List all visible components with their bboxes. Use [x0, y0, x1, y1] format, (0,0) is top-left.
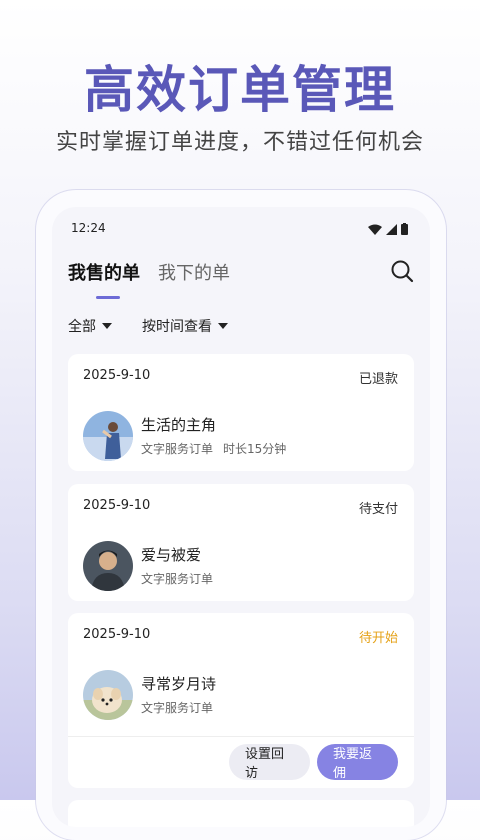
order-type: 文字服务订单 — [141, 572, 214, 586]
status-icons — [368, 223, 408, 235]
order-card[interactable]: 2025-9-10 待开始 寻常岁月诗 文字服务订单 设置回访 我要返佣 — [68, 613, 414, 788]
order-card[interactable]: 2025-9-10 待支付 爱与被爱 文字服务订单 — [68, 484, 414, 601]
search-icon[interactable] — [390, 259, 414, 283]
order-meta: 文字服务订单 时长15分钟 — [141, 440, 286, 457]
order-name: 爱与被爱 — [141, 546, 202, 564]
filter-all-label: 全部 — [68, 319, 96, 335]
order-date: 2025-9-10 — [83, 368, 151, 383]
filter-all-dropdown[interactable]: 全部 — [68, 316, 112, 336]
caret-down-icon — [218, 323, 228, 329]
avatar — [83, 541, 133, 591]
order-name: 生活的主角 — [141, 416, 217, 434]
battery-icon — [401, 223, 408, 235]
order-name: 寻常岁月诗 — [141, 675, 217, 693]
order-type: 文字服务订单 — [141, 701, 214, 715]
filter-time-dropdown[interactable]: 按时间查看 — [142, 316, 228, 336]
avatar — [83, 670, 133, 720]
caret-down-icon — [102, 323, 112, 329]
filter-time-label: 按时间查看 — [142, 319, 212, 335]
set-revisit-button[interactable]: 设置回访 — [229, 744, 310, 781]
app-screen: 12:24 我售的单 我下的单 全部 按时间查看 2025-9-10 已退款 生… — [52, 207, 430, 827]
order-type: 文字服务订单 — [141, 442, 214, 456]
order-date: 2025-9-10 — [83, 498, 151, 513]
hero-title: 高效订单管理 — [84, 61, 396, 119]
rebate-button[interactable]: 我要返佣 — [317, 744, 398, 781]
status-bar: 12:24 — [71, 221, 408, 239]
status-time: 12:24 — [71, 221, 106, 235]
hero-subtitle: 实时掌握订单进度，不错过任何机会 — [55, 130, 424, 155]
divider — [68, 736, 414, 737]
tab-sold-orders[interactable]: 我售的单 — [68, 259, 140, 299]
tab-bought-orders[interactable]: 我下的单 — [158, 259, 230, 299]
order-tabs: 我售的单 我下的单 — [68, 259, 230, 299]
order-date: 2025-9-10 — [83, 627, 151, 642]
order-card[interactable]: 2025-9-10 已退款 生活的主角 文字服务订单 时长15分钟 — [68, 354, 414, 471]
wifi-icon — [368, 224, 382, 235]
order-card-partial[interactable] — [68, 800, 414, 827]
order-status: 待支付 — [358, 502, 398, 517]
filter-bar: 全部 按时间查看 — [68, 316, 228, 336]
order-meta: 文字服务订单 — [141, 570, 213, 587]
order-meta: 文字服务订单 — [141, 699, 213, 716]
order-status: 已退款 — [358, 372, 398, 387]
avatar — [83, 411, 133, 461]
order-status: 待开始 — [358, 631, 398, 646]
signal-icon — [386, 223, 397, 235]
order-duration: 时长15分钟 — [223, 442, 287, 456]
